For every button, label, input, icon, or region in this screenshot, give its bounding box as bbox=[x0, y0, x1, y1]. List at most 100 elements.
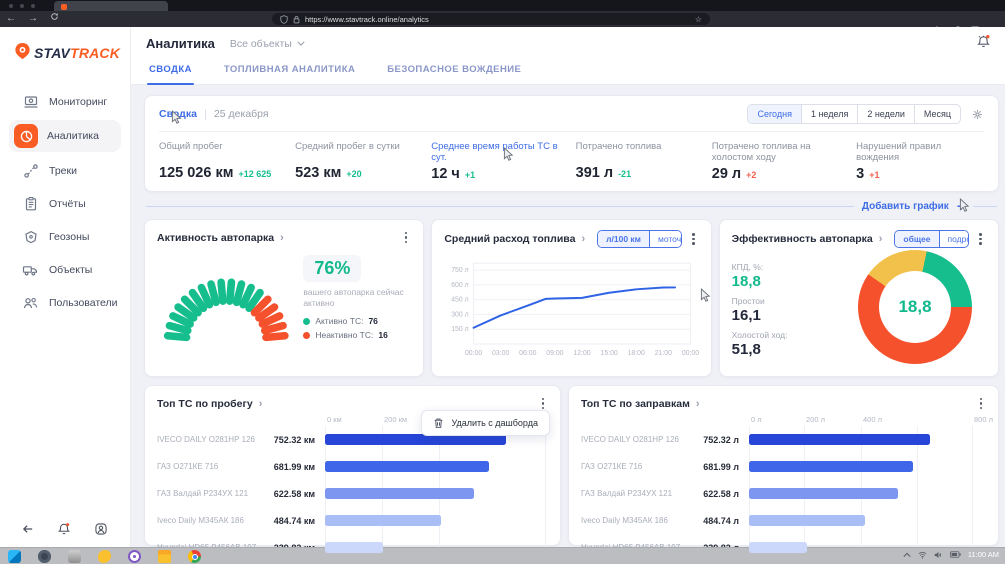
taskbar-clock[interactable]: 11:00 AM bbox=[968, 550, 999, 559]
legend-dot-icon bbox=[303, 318, 310, 325]
browser-tab[interactable] bbox=[54, 1, 168, 11]
svg-text:00:00: 00:00 bbox=[465, 350, 482, 357]
range-button-1[interactable]: 1 неделя bbox=[801, 105, 857, 123]
range-button-3[interactable]: Месяц bbox=[914, 105, 960, 123]
card-menu-button[interactable] bbox=[538, 396, 549, 412]
vehicle-value: 484.74 км bbox=[265, 516, 325, 526]
stat-value: 51,8 bbox=[732, 341, 818, 358]
metric-value: 29 л bbox=[712, 166, 741, 182]
wifi-icon[interactable] bbox=[918, 551, 927, 559]
legend-label: Активно ТС: bbox=[315, 316, 363, 326]
taskbar-app-3[interactable] bbox=[98, 550, 111, 563]
toggle-button-0[interactable]: л/100 км bbox=[598, 231, 649, 247]
sidebar-bottom bbox=[0, 522, 130, 536]
donut-center-value: 18,8 bbox=[898, 297, 931, 317]
notifications-button[interactable] bbox=[57, 522, 71, 536]
top-fuel-card: Топ ТС по заправкам › 0 л200 л400 л800 л… bbox=[568, 385, 999, 546]
card-menu-button[interactable] bbox=[688, 231, 699, 247]
stavtrack-logo: STAVTRACK bbox=[0, 27, 130, 67]
back-button[interactable]: ← bbox=[0, 11, 22, 27]
bar-row-1: ГАЗ О271КЕ 716681.99 л bbox=[581, 453, 986, 480]
sidebar-item-label: Отчёты bbox=[49, 198, 86, 210]
main-area: Аналитика Все объекты СВОДКАТОПЛИВНАЯ АН… bbox=[131, 27, 1005, 548]
reload-button[interactable] bbox=[44, 11, 65, 27]
window-controls[interactable] bbox=[9, 4, 35, 8]
axis-tick-label: 200 км bbox=[384, 415, 407, 424]
sidebar-item-label: Треки bbox=[49, 165, 77, 177]
tracks-icon bbox=[22, 162, 39, 179]
tab-1[interactable]: ТОПЛИВНАЯ АНАЛИТИКА bbox=[222, 60, 357, 84]
chevron-right-icon[interactable]: › bbox=[879, 233, 883, 245]
taskbar-app-browser[interactable] bbox=[188, 550, 201, 563]
tab-0[interactable]: СВОДКА bbox=[147, 60, 194, 84]
svg-text:21:00: 21:00 bbox=[655, 350, 672, 357]
top-fuel-bar-chart: 0 л200 л400 л800 л IVECO DAILY О281НР 12… bbox=[581, 413, 986, 561]
sidebar-item-2[interactable]: Треки bbox=[0, 154, 130, 187]
bar-track bbox=[325, 488, 548, 499]
legend-dot-icon bbox=[303, 332, 310, 339]
collapse-sidebar-button[interactable] bbox=[22, 524, 34, 534]
toggle-button-1[interactable]: подробно bbox=[939, 231, 970, 247]
card-title: Средний расход топлива bbox=[444, 233, 575, 245]
forward-button[interactable]: → bbox=[22, 11, 44, 27]
taskbar-app-start[interactable] bbox=[8, 550, 21, 563]
bookmark-star-icon[interactable]: ☆ bbox=[695, 15, 702, 24]
vehicle-value: 752.32 л bbox=[689, 435, 749, 445]
bar bbox=[325, 488, 474, 499]
delete-from-dashboard-item[interactable]: Удалить с дашборда bbox=[451, 418, 538, 428]
card-menu-button[interactable] bbox=[976, 396, 987, 412]
summary-settings-button[interactable] bbox=[971, 108, 984, 121]
add-chart-plus-icon[interactable]: + bbox=[957, 201, 965, 211]
metric-label-link[interactable]: Среднее время работы ТС в сут. bbox=[431, 141, 565, 164]
tray-expand-icon[interactable] bbox=[903, 552, 911, 558]
fuel-consumption-card: Средний расход топлива › л/100 кммоточас… bbox=[431, 219, 711, 377]
url-bar[interactable]: https://www.stavtrack.online/analytics ☆ bbox=[272, 13, 710, 25]
sidebar: STAVTRACK МониторингАналитика Треки Отчёты… bbox=[0, 27, 131, 548]
taskbar-app-2[interactable] bbox=[68, 550, 81, 563]
range-button-0[interactable]: Сегодня bbox=[748, 105, 801, 123]
chevron-right-icon[interactable]: › bbox=[259, 398, 263, 410]
toggle-button-1[interactable]: моточасы bbox=[649, 231, 682, 247]
sidebar-item-4[interactable]: Геозоны bbox=[0, 220, 130, 253]
axis-tick-label: 0 л bbox=[751, 415, 762, 424]
summary-title-link[interactable]: Сводка bbox=[159, 108, 197, 120]
arrow-left-icon bbox=[22, 524, 34, 534]
date-range-switcher: Сегодня1 неделя2 неделиМесяц bbox=[747, 104, 961, 124]
svg-text:150 л: 150 л bbox=[452, 326, 469, 333]
svg-text:600 л: 600 л bbox=[452, 282, 469, 289]
metric-delta: +20 bbox=[346, 169, 361, 179]
account-button[interactable] bbox=[94, 522, 108, 536]
axis-tick-label: 400 л bbox=[863, 415, 882, 424]
sidebar-item-5[interactable]: Объекты bbox=[0, 253, 130, 286]
card-context-menu: Удалить с дашборда bbox=[421, 410, 550, 436]
chevron-right-icon[interactable]: › bbox=[581, 233, 585, 245]
bar-row-3: Iveco Daily М345АК 186484.74 л bbox=[581, 507, 986, 534]
taskbar-app-1[interactable] bbox=[38, 550, 51, 563]
sidebar-item-6[interactable]: Пользователи bbox=[0, 286, 130, 319]
add-chart-button[interactable]: Добавить график bbox=[862, 201, 949, 212]
volume-icon[interactable] bbox=[934, 551, 943, 559]
alerts-button[interactable] bbox=[976, 34, 991, 54]
object-scope-selector[interactable]: Все объекты bbox=[230, 38, 305, 50]
bar-track bbox=[749, 488, 986, 499]
bar bbox=[325, 542, 383, 553]
tab-2[interactable]: БЕЗОПАСНОЕ ВОЖДЕНИЕ bbox=[385, 60, 523, 84]
fuel-consumption-line-chart: 150 л300 л450 л600 л750 л00:0003:0006:00… bbox=[444, 254, 698, 366]
monitoring-icon bbox=[22, 93, 39, 110]
taskbar-app-files[interactable] bbox=[158, 550, 171, 563]
sidebar-item-3[interactable]: Отчёты bbox=[0, 187, 130, 220]
sidebar-item-0[interactable]: Мониторинг bbox=[0, 85, 130, 118]
vehicle-value: 681.99 л bbox=[689, 462, 749, 472]
range-button-2[interactable]: 2 недели bbox=[857, 105, 914, 123]
sidebar-item-1[interactable]: Аналитика bbox=[9, 120, 121, 152]
taskbar-app-4[interactable] bbox=[128, 550, 141, 563]
toggle-button-0[interactable]: общее bbox=[895, 231, 938, 247]
bar-track bbox=[749, 515, 986, 526]
battery-icon[interactable] bbox=[950, 551, 961, 558]
card-menu-button[interactable] bbox=[975, 231, 986, 247]
chevron-right-icon[interactable]: › bbox=[280, 232, 284, 244]
card-menu-button[interactable] bbox=[401, 230, 412, 246]
chevron-right-icon[interactable]: › bbox=[696, 398, 700, 410]
metric-delta: +1 bbox=[465, 170, 475, 180]
metric-delta: -21 bbox=[618, 169, 631, 179]
